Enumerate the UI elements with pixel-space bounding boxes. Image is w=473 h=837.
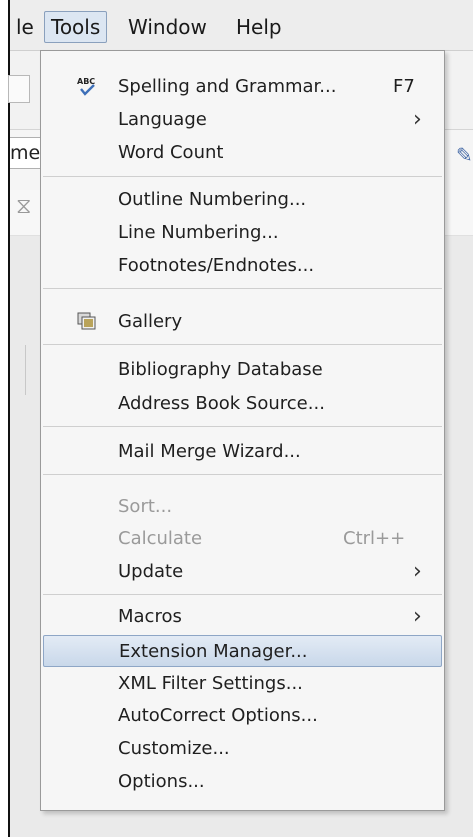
menu-item-bibliography-database[interactable]: Bibliography Database xyxy=(43,354,442,386)
menu-bar: le Tools Window Help xyxy=(10,0,473,51)
menu-item-label: Calculate xyxy=(118,528,203,549)
menu-item-label: Language xyxy=(118,109,207,130)
menu-item-label: AutoCorrect Options... xyxy=(118,705,318,726)
menu-item-spelling-grammar[interactable]: ABC Spelling and Grammar... F7 xyxy=(43,71,442,103)
menu-item-xml-filter-settings[interactable]: XML Filter Settings... xyxy=(43,668,442,700)
gallery-icon xyxy=(77,312,96,330)
menu-item-label: XML Filter Settings... xyxy=(118,673,303,694)
menu-item-label: Word Count xyxy=(118,142,224,163)
submenu-arrow-icon: › xyxy=(413,107,422,132)
menu-tools[interactable]: Tools xyxy=(44,11,108,43)
menu-item-label: Customize... xyxy=(118,738,230,759)
menu-item-label: Line Numbering... xyxy=(118,222,279,243)
menu-separator xyxy=(43,288,442,289)
tools-menu: ABC Spelling and Grammar... F7 Language … xyxy=(40,50,445,811)
menu-item-label: Update xyxy=(118,561,184,582)
svg-text:ABC: ABC xyxy=(77,77,95,86)
menu-item-label: Footnotes/Endnotes... xyxy=(118,255,315,276)
menu-item-label: Address Book Source... xyxy=(118,393,325,414)
menu-item-label: Spelling and Grammar... xyxy=(118,76,337,97)
menu-window[interactable]: Window xyxy=(122,12,213,42)
menu-item-footnotes-endnotes[interactable]: Footnotes/Endnotes... xyxy=(43,250,442,282)
menu-item-shortcut: Ctrl++ xyxy=(343,528,406,549)
menu-item-label: Mail Merge Wizard... xyxy=(118,441,301,462)
spellcheck-icon: ABC xyxy=(77,77,95,96)
menu-separator xyxy=(43,474,442,475)
menu-item-gallery[interactable]: Gallery xyxy=(43,306,442,338)
menu-separator xyxy=(43,594,442,595)
menu-separator xyxy=(43,344,442,345)
menu-file[interactable]: le xyxy=(10,12,40,42)
menu-item-language[interactable]: Language › xyxy=(43,104,442,136)
menu-item-extension-manager[interactable]: Extension Manager... xyxy=(43,635,442,667)
menu-item-options[interactable]: Options... xyxy=(43,766,442,798)
menu-item-address-book-source[interactable]: Address Book Source... xyxy=(43,388,442,420)
menu-item-word-count[interactable]: Word Count xyxy=(43,137,442,169)
menu-item-mail-merge-wizard[interactable]: Mail Merge Wizard... xyxy=(43,436,442,468)
submenu-arrow-icon: › xyxy=(413,559,422,584)
menu-item-label: Bibliography Database xyxy=(118,359,323,380)
menu-item-line-numbering[interactable]: Line Numbering... xyxy=(43,217,442,249)
menu-item-calculate: Calculate Ctrl++ xyxy=(43,523,442,555)
menu-item-label: Extension Manager... xyxy=(119,641,308,662)
menu-item-label: Options... xyxy=(118,771,205,792)
menu-item-outline-numbering[interactable]: Outline Numbering... xyxy=(43,184,442,216)
menu-item-update[interactable]: Update › xyxy=(43,556,442,588)
menu-item-label: Sort... xyxy=(118,496,173,517)
menu-help[interactable]: Help xyxy=(230,12,288,42)
menu-item-autocorrect-options[interactable]: AutoCorrect Options... xyxy=(43,700,442,732)
menu-item-label: Macros xyxy=(118,606,182,627)
submenu-arrow-icon: › xyxy=(413,604,422,629)
menu-item-sort: Sort... xyxy=(43,491,442,523)
menu-item-label: Gallery xyxy=(118,311,183,332)
page-margin-marker xyxy=(22,345,26,395)
export-pdf-icon[interactable] xyxy=(8,75,30,103)
paragraph-style-box[interactable]: me xyxy=(10,137,43,169)
menu-separator xyxy=(43,426,442,427)
menu-item-shortcut: F7 xyxy=(393,76,415,97)
tab-stop-icon: ⧖ xyxy=(16,194,32,219)
menu-item-label: Outline Numbering... xyxy=(118,189,307,210)
menu-item-macros[interactable]: Macros › xyxy=(43,601,442,633)
menu-item-customize[interactable]: Customize... xyxy=(43,733,442,765)
pen-icon[interactable]: ✎ xyxy=(456,143,473,167)
menu-separator xyxy=(43,176,442,177)
